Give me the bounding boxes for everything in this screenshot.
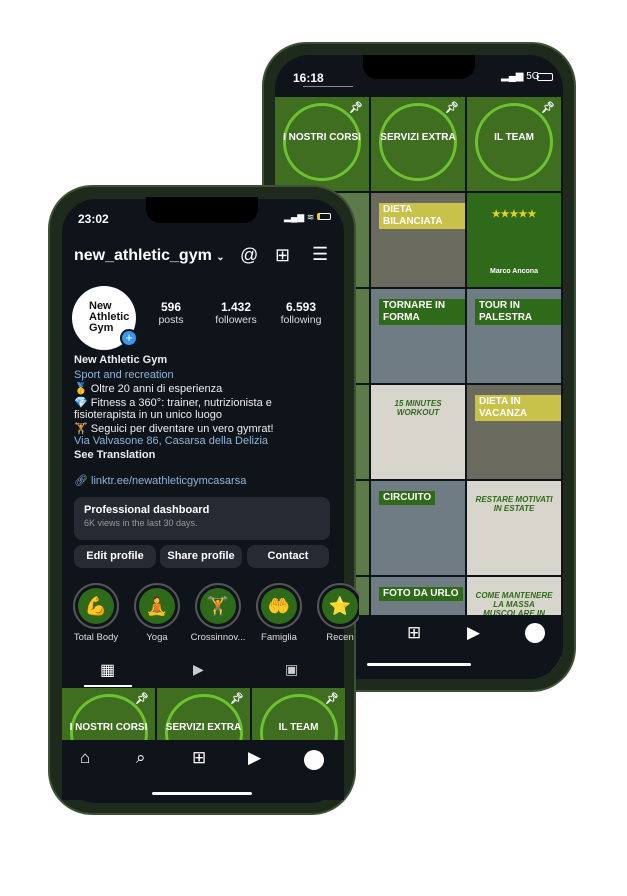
grid-post[interactable]: IL TEAM 📌︎: [467, 97, 561, 191]
profile-name: New Athletic Gym: [74, 354, 168, 366]
story-highlight[interactable]: 🤲: [256, 583, 302, 629]
link-text: linktr.ee/newathleticgymcasarsa: [91, 475, 247, 487]
highlight-label: Crossinnov...: [190, 632, 246, 643]
profile-avatar-icon[interactable]: [304, 750, 324, 770]
highlight-icon: 🤲: [261, 588, 297, 624]
pin-icon: 📌︎: [349, 102, 363, 114]
grid-post[interactable]: DIETA BILANCIATA: [371, 193, 465, 287]
share-profile-button[interactable]: Share profile: [160, 545, 242, 568]
highlight-icon: 💪: [78, 588, 114, 624]
professional-dashboard[interactable]: Professional dashboard 6K views in the l…: [74, 497, 330, 540]
tab-grid-icon[interactable]: ▦: [100, 660, 115, 680]
battery-icon: [537, 73, 553, 81]
pin-icon: 📌︎: [135, 693, 149, 705]
highlight-label: Total Body: [73, 632, 119, 643]
grid-post[interactable]: TOUR IN PALESTRA: [467, 289, 561, 383]
link-icon: 🔗︎: [74, 475, 88, 487]
menu-icon[interactable]: ☰: [312, 244, 328, 265]
pin-icon: 📌︎: [445, 102, 459, 114]
notch: [146, 197, 258, 223]
reels-icon[interactable]: ▶: [248, 748, 261, 768]
stat-following[interactable]: 6.593 following: [270, 300, 332, 326]
profile-avatar-icon[interactable]: [525, 623, 545, 643]
chevron-down-icon: ⌄: [216, 252, 225, 263]
threads-icon[interactable]: @: [240, 245, 258, 266]
tab-reels-icon[interactable]: ▶: [193, 661, 204, 678]
signal-icon: ▂▄▆ 5G: [501, 71, 540, 82]
stat-value: 596: [160, 300, 182, 314]
bio-line: 🥇 Oltre 20 anni di esperienza: [74, 383, 223, 395]
story-highlight[interactable]: 💪: [73, 583, 119, 629]
grid-post[interactable]: ★★★★★ Marco Ancona: [467, 193, 561, 287]
pin-icon: 📌︎: [325, 693, 339, 705]
category: Sport and recreation: [74, 369, 174, 381]
grid-post[interactable]: RESTARE MOTIVATI IN ESTATE: [467, 481, 561, 575]
pin-icon: 📌︎: [541, 102, 555, 114]
reels-icon[interactable]: ▶: [467, 623, 480, 643]
stat-value: 1.432: [220, 300, 252, 314]
grid-post[interactable]: DIETA IN VACANZA: [467, 385, 561, 479]
grid-post[interactable]: TORNARE IN FORMA: [371, 289, 465, 383]
story-highlight[interactable]: 🏋: [195, 583, 241, 629]
username[interactable]: new_athletic_gym ⌄: [74, 247, 225, 265]
tab-underline: [84, 685, 132, 687]
story-highlight[interactable]: 🧘: [134, 583, 180, 629]
grid-post[interactable]: IL TEAM 📌︎: [252, 688, 345, 740]
grid-post[interactable]: SERVIZI EXTRA 📌︎: [371, 97, 465, 191]
home-indicator: [367, 663, 471, 666]
highlight-icon: 🏋: [200, 588, 236, 624]
dashboard-subtitle: 6K views in the last 30 days.: [84, 518, 198, 528]
dashboard-title: Professional dashboard: [84, 504, 210, 516]
status-icons: ▂▄▆ ≋: [284, 212, 331, 223]
bio-line: fisioterapista in un unico luogo: [74, 409, 222, 421]
grid-post[interactable]: I NOSTRI CORSI 📌︎: [275, 97, 369, 191]
tab-tagged-icon[interactable]: ▣: [285, 661, 298, 678]
stat-label: following: [280, 314, 322, 326]
status-time: 16:18: [293, 71, 324, 85]
home-icon[interactable]: ⌂: [80, 748, 90, 768]
avatar-logo-text: New Athletic Gym: [89, 300, 130, 334]
bio-line: 💎 Fitness a 360°: trainer, nutrizionista…: [74, 397, 272, 409]
search-icon[interactable]: ⌕: [136, 748, 146, 768]
tab-underline: [303, 86, 353, 87]
contact-button[interactable]: Contact: [247, 545, 329, 568]
status-time: 23:02: [78, 212, 109, 226]
username-text: new_athletic_gym: [74, 247, 212, 264]
address-link[interactable]: Via Valvasone 86, Casarsa della Delizia: [74, 435, 268, 447]
highlight-label: Recen: [326, 632, 354, 643]
highlight-label: Yoga: [146, 632, 168, 643]
stat-value: 6.593: [285, 300, 317, 314]
stat-posts[interactable]: 596 posts: [140, 300, 202, 326]
home-indicator: [152, 792, 252, 795]
grid-post[interactable]: SERVIZI EXTRA 📌︎: [157, 688, 250, 740]
external-link[interactable]: 🔗︎ linktr.ee/newathleticgymcasarsa: [74, 474, 246, 487]
grid-post[interactable]: CIRCUITO: [371, 481, 465, 575]
bottom-nav: ⌂ ⌕ ⊞ ▶: [62, 740, 344, 800]
notch: [363, 55, 475, 79]
bio-line: 🏋 Seguici per diventare un vero gymrat!: [74, 423, 274, 435]
create-icon[interactable]: ⊞: [407, 623, 421, 643]
create-icon[interactable]: ⊞: [192, 748, 206, 768]
see-translation[interactable]: See Translation: [74, 449, 155, 461]
add-story-icon[interactable]: +: [120, 329, 138, 347]
stat-followers[interactable]: 1.432 followers: [205, 300, 267, 326]
grid-post[interactable]: I NOSTRI CORSI 📌︎: [62, 688, 155, 740]
edit-profile-button[interactable]: Edit profile: [74, 545, 156, 568]
stat-label: followers: [215, 314, 257, 326]
stat-label: posts: [158, 314, 184, 326]
highlight-label: Famiglia: [261, 632, 297, 643]
pin-icon: 📌︎: [230, 693, 244, 705]
create-icon[interactable]: ⊞: [275, 245, 290, 266]
story-highlight[interactable]: ⭐: [317, 583, 359, 629]
grid-post[interactable]: 15 MINUTES WORKOUT: [371, 385, 465, 479]
highlight-icon: ⭐: [322, 588, 358, 624]
highlight-icon: 🧘: [139, 588, 175, 624]
